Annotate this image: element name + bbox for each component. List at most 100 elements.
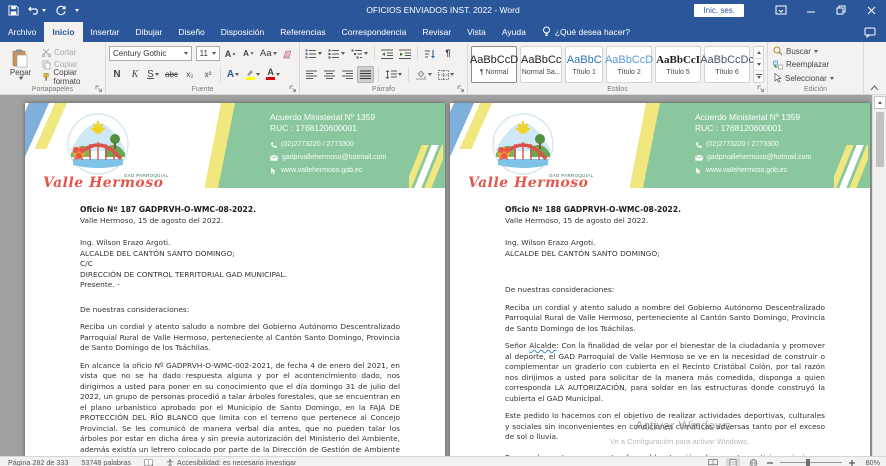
align-right-button[interactable] xyxy=(339,66,355,83)
font-name-combo[interactable]: Century Gothic xyxy=(109,46,192,61)
tab-diseno[interactable]: Diseño xyxy=(170,22,212,42)
title-bar: OFICIOS ENVIADOS INST. 2022 - Word Inic.… xyxy=(0,0,886,20)
format-painter-button[interactable]: Copiar formato xyxy=(42,71,102,83)
style-normal[interactable]: AaBbCcD ¶ Normal xyxy=(471,46,517,83)
page-left[interactable]: Acuerdo Ministerial Nº 1359 RUC : 176812… xyxy=(25,103,445,456)
web-layout-button[interactable] xyxy=(746,458,760,466)
clipboard-icon xyxy=(12,49,29,68)
ribbon-display-options-button[interactable] xyxy=(766,0,796,20)
text-effects-button[interactable]: A xyxy=(225,66,241,83)
styles-gallery-more[interactable] xyxy=(754,71,763,82)
font-color-button[interactable]: A xyxy=(264,66,282,83)
zoom-slider[interactable] xyxy=(780,462,842,464)
restore-button[interactable] xyxy=(826,0,856,20)
strikethrough-button[interactable]: abc xyxy=(163,66,180,83)
justify-button[interactable] xyxy=(357,66,374,83)
font-dialog-launcher[interactable] xyxy=(289,85,297,93)
tab-dibujar[interactable]: Dibujar xyxy=(127,22,170,42)
show-hide-marks-button[interactable]: ¶ xyxy=(440,45,456,62)
bullets-button[interactable] xyxy=(303,45,324,62)
page-right[interactable]: Acuerdo Ministerial Nº 1359 RUC : 176812… xyxy=(450,103,870,456)
undo-button[interactable] xyxy=(28,5,46,15)
shading-button[interactable] xyxy=(413,66,434,83)
redo-button[interactable] xyxy=(55,5,66,16)
minimize-button[interactable] xyxy=(796,0,826,20)
style-titulo-5[interactable]: AaBbCcI Título 5 xyxy=(655,46,701,83)
cursor-icon xyxy=(270,167,277,175)
superscript-button[interactable]: x² xyxy=(200,66,216,83)
align-left-button[interactable] xyxy=(303,66,319,83)
zoom-slider-thumb[interactable] xyxy=(806,459,810,466)
sort-button[interactable] xyxy=(422,45,438,62)
word-count[interactable]: 53748 palabras xyxy=(81,458,131,466)
cut-button[interactable]: Cortar xyxy=(42,46,102,58)
style-normal-sa[interactable]: AaBbCc Normal Sa... xyxy=(520,46,562,83)
highlight-button[interactable] xyxy=(243,66,262,83)
tab-vista[interactable]: Vista xyxy=(459,22,494,42)
cut-label: Cortar xyxy=(54,48,76,57)
zoom-in-button[interactable] xyxy=(848,459,856,466)
undo-dropdown-icon[interactable] xyxy=(42,9,46,12)
bold-button[interactable]: N xyxy=(109,66,125,83)
line-spacing-button[interactable] xyxy=(383,66,404,83)
zoom-level[interactable]: 80% xyxy=(862,458,880,466)
styles-scroll-up[interactable] xyxy=(754,47,763,59)
tab-ayuda[interactable]: Ayuda xyxy=(494,22,534,42)
multilevel-list-button[interactable] xyxy=(349,45,370,62)
replace-button[interactable]: Reemplazar xyxy=(773,59,858,71)
subscript-button[interactable]: x₂ xyxy=(182,66,198,83)
paste-dropdown-icon[interactable] xyxy=(19,77,23,80)
style-titulo-6[interactable]: AaBbCcDc Título 6 xyxy=(704,46,750,83)
zoom-out-button[interactable] xyxy=(766,459,774,466)
italic-button[interactable]: K xyxy=(127,66,143,83)
comment-icon xyxy=(864,27,876,38)
scroll-up-button[interactable] xyxy=(874,96,886,109)
find-button[interactable]: Buscar xyxy=(773,45,858,57)
vertical-scrollbar[interactable] xyxy=(872,95,886,456)
decrease-indent-button[interactable] xyxy=(379,45,395,62)
save-button[interactable] xyxy=(8,5,19,16)
collapse-ribbon-button[interactable] xyxy=(864,42,884,94)
tab-inicio[interactable]: Inicio xyxy=(44,22,82,42)
print-layout-button[interactable] xyxy=(726,458,740,466)
tab-referencias[interactable]: Referencias xyxy=(272,22,333,42)
styles-scroll-down[interactable] xyxy=(754,59,763,71)
underline-button[interactable]: S xyxy=(145,66,161,83)
paste-button[interactable]: Pegar xyxy=(3,45,38,84)
tab-disposicion[interactable]: Disposición xyxy=(213,22,272,42)
tab-revisar[interactable]: Revisar xyxy=(414,22,459,42)
tab-insertar[interactable]: Insertar xyxy=(83,22,128,42)
accessibility-checker[interactable]: Accesibilidad: es necesario investigar xyxy=(166,458,296,466)
grow-font-button[interactable]: A xyxy=(222,45,238,62)
proofing-status[interactable] xyxy=(144,459,153,466)
sign-in-button[interactable]: Inic. ses. xyxy=(694,4,744,17)
select-cursor-icon xyxy=(773,73,782,83)
find-label: Buscar xyxy=(786,47,811,56)
borders-button[interactable] xyxy=(436,66,456,83)
font-size-combo[interactable]: 11 xyxy=(196,46,221,61)
clear-formatting-button[interactable] xyxy=(280,45,296,62)
paragraph-dialog-launcher[interactable] xyxy=(457,85,465,93)
feedback-button[interactable] xyxy=(864,27,886,42)
shrink-font-button[interactable]: A xyxy=(240,45,256,62)
page-indicator[interactable]: Página 282 de 333 xyxy=(8,458,68,466)
letter-187[interactable]: Oficio Nº 187 GADPRVH-O-WMC-08-2022. Val… xyxy=(25,205,445,456)
tab-correspondencia[interactable]: Correspondencia xyxy=(334,22,415,42)
read-mode-button[interactable] xyxy=(706,458,720,466)
clipboard-dialog-launcher[interactable] xyxy=(95,85,103,93)
paste-label: Pegar xyxy=(10,68,31,77)
customize-qat-button[interactable] xyxy=(75,9,79,12)
change-case-button[interactable]: Aa xyxy=(258,45,278,62)
scrollbar-thumb[interactable] xyxy=(876,112,884,167)
increase-indent-button[interactable] xyxy=(397,45,413,62)
close-button[interactable] xyxy=(856,0,886,20)
numbering-button[interactable] xyxy=(326,45,347,62)
style-titulo-2[interactable]: AaBbCcD Título 2 xyxy=(606,46,652,83)
align-center-button[interactable] xyxy=(321,66,337,83)
phone-icon xyxy=(695,142,702,149)
select-button[interactable]: Seleccionar xyxy=(773,72,858,84)
tab-archivo[interactable]: Archivo xyxy=(0,22,44,42)
tell-me-box[interactable]: ¿Qué desea hacer? xyxy=(534,21,638,42)
styles-dialog-launcher[interactable] xyxy=(757,85,765,93)
style-titulo-1[interactable]: AaBbC Título 1 xyxy=(565,46,603,83)
